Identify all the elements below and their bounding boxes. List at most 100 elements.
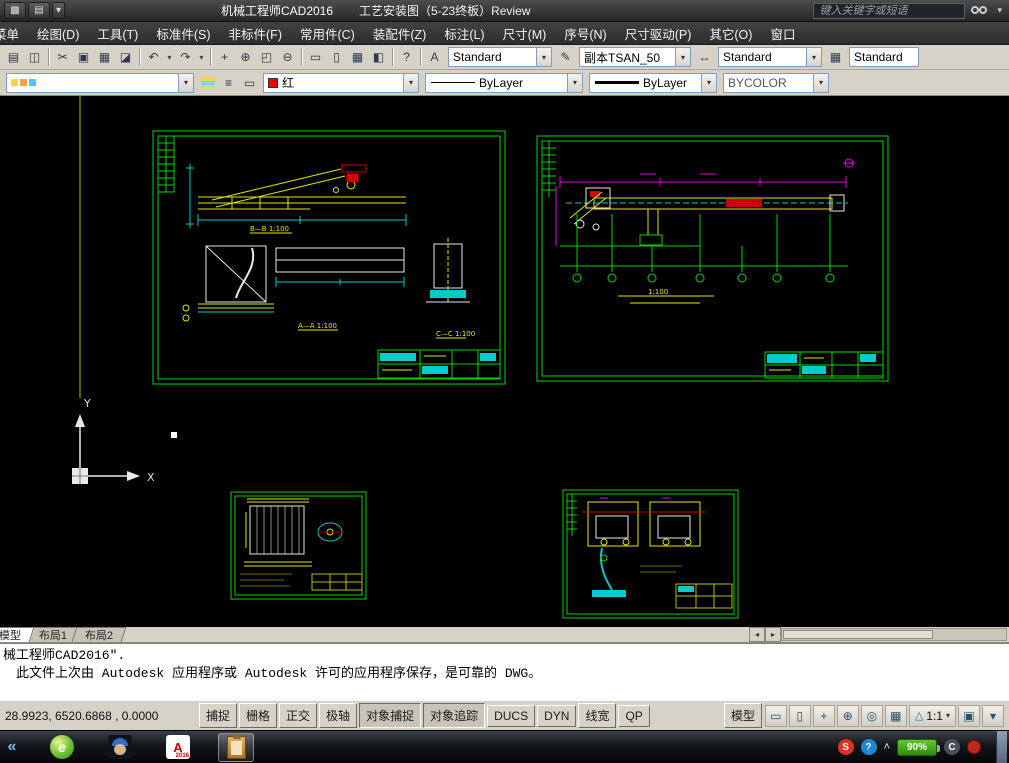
taskbar-item-start[interactable]: «: [2, 733, 22, 762]
layer-states-button[interactable]: ≡: [218, 72, 239, 93]
taskbar-item-engineer-app[interactable]: [102, 733, 138, 762]
combo-dropdown-icon[interactable]: ▾: [403, 73, 418, 92]
undo-button[interactable]: ↶: [143, 47, 164, 68]
tray-input-method-icon[interactable]: S: [837, 739, 854, 755]
zoom-previous-button[interactable]: ⊖: [277, 47, 298, 68]
scrollbar-thumb[interactable]: [783, 630, 933, 639]
tray-clock-icon[interactable]: C: [944, 739, 960, 755]
dim-style-button[interactable]: ↔: [694, 47, 715, 68]
menu-item-window[interactable]: 窗口: [761, 21, 804, 46]
toggle-osnap[interactable]: 对象捕捉: [359, 703, 422, 728]
layer-previous-button[interactable]: ▭: [239, 72, 260, 93]
menu-item-nonstandard-parts[interactable]: 非标件(F): [220, 21, 291, 46]
drawing-canvas[interactable]: Y X B—B 1:100 A—A 1:100 C—C 1:100 1:100: [0, 96, 1009, 627]
toggle-grid[interactable]: 栅格: [239, 703, 278, 728]
app-menu-icon[interactable]: ▩: [4, 2, 26, 19]
cut-button[interactable]: ✂: [52, 47, 73, 68]
properties-button[interactable]: ◧: [368, 47, 389, 68]
lineweight-combo[interactable]: ByLayer ▾: [589, 72, 717, 93]
menu-item-dim-drive[interactable]: 尺寸驱动(P): [616, 21, 701, 46]
tray-expand-icon[interactable]: ˄: [884, 741, 890, 753]
quick-view-drawings-icon[interactable]: ▯: [788, 704, 811, 727]
toggle-lineweight[interactable]: 线宽: [578, 703, 617, 728]
tab-layout2[interactable]: 布局2: [71, 627, 127, 642]
combo-dropdown-icon[interactable]: ▾: [178, 73, 193, 92]
status-menu-icon[interactable]: ▾: [982, 704, 1004, 727]
preview-button[interactable]: ◫: [24, 47, 45, 68]
taskbar-item-clipboard[interactable]: [218, 732, 254, 762]
toggle-otrack[interactable]: 对象追踪: [423, 703, 486, 728]
zoom-tool-icon[interactable]: ⊕: [836, 704, 859, 727]
zoom-window-button[interactable]: ◰: [256, 47, 277, 68]
edit-style-button[interactable]: ✎: [555, 47, 576, 68]
plotstyle-combo[interactable]: BYCOLOR ▾: [723, 72, 829, 93]
combo-dropdown-icon[interactable]: ▾: [806, 48, 821, 66]
help-button[interactable]: ?: [396, 47, 417, 68]
linetype-combo[interactable]: ByLayer ▾: [425, 72, 583, 93]
table-button[interactable]: ▦: [347, 47, 368, 68]
menu-item-caidan[interactable]: 菜单: [0, 21, 28, 46]
dim-style-combo[interactable]: Standard ▾: [718, 47, 822, 67]
toggle-quick-properties[interactable]: QP: [618, 704, 650, 727]
tab-model[interactable]: 模型: [0, 627, 35, 642]
redo-button[interactable]: ↷: [175, 47, 196, 68]
annotation-scale-dropdown-icon[interactable]: ▾: [946, 711, 950, 720]
help-search-input[interactable]: [813, 2, 966, 19]
sheet-set-button[interactable]: ▯: [326, 47, 347, 68]
steering-wheel-icon[interactable]: ◎: [860, 704, 883, 727]
battery-indicator[interactable]: 90%: [897, 738, 940, 756]
toggle-polar[interactable]: 极轴: [319, 703, 358, 728]
tray-alert-icon[interactable]: [967, 740, 981, 754]
menu-item-annotate[interactable]: 标注(L): [435, 21, 493, 46]
taskbar-item-browser[interactable]: e: [44, 733, 80, 762]
menu-item-common-parts[interactable]: 常用件(C): [291, 21, 364, 46]
pan-tool-icon[interactable]: +: [812, 704, 835, 727]
titlebar-dropdown-icon[interactable]: ▾: [994, 5, 1005, 16]
copy-button[interactable]: ▣: [73, 47, 94, 68]
color-combo[interactable]: 红 ▾: [263, 72, 419, 93]
tab-scroll-right-icon[interactable]: ▸: [765, 627, 781, 642]
command-line-area[interactable]: 械工程师CAD2016". 此文件上次由 Autodesk 应用程序或 Auto…: [0, 643, 1009, 700]
pan-button[interactable]: +: [214, 47, 235, 68]
show-desktop-button[interactable]: [996, 730, 1007, 763]
redo-dropdown-icon[interactable]: ▾: [196, 47, 207, 68]
match-properties-button[interactable]: ◪: [115, 47, 136, 68]
print-button[interactable]: ▤: [3, 47, 24, 68]
combo-dropdown-icon[interactable]: ▾: [701, 73, 716, 92]
quick-view-layouts-icon[interactable]: ▭: [764, 704, 787, 727]
undo-dropdown-icon[interactable]: ▾: [164, 47, 175, 68]
menu-item-standard-parts[interactable]: 标准件(S): [147, 21, 219, 46]
menu-item-draw[interactable]: 绘图(D): [28, 21, 88, 46]
layer-manager-button[interactable]: [197, 72, 218, 93]
annotation-scale-control[interactable]: △ 1:1 ▾: [908, 704, 956, 727]
toggle-dyn[interactable]: DYN: [537, 704, 577, 727]
horizontal-scrollbar[interactable]: [781, 628, 1007, 641]
menu-item-assembly[interactable]: 装配件(Z): [364, 21, 435, 46]
print-icon[interactable]: ▤: [28, 2, 50, 19]
paste-button[interactable]: ▦: [94, 47, 115, 68]
font-style-combo[interactable]: 副本TSAN_50 ▾: [579, 47, 691, 67]
model-space-button[interactable]: 模型: [723, 703, 762, 728]
combo-dropdown-icon[interactable]: ▾: [813, 73, 828, 92]
toggle-snap[interactable]: 捕捉: [199, 703, 238, 728]
zoom-realtime-button[interactable]: ⊕: [235, 47, 256, 68]
showmotion-icon[interactable]: ▦: [884, 704, 907, 727]
search-icon[interactable]: [970, 3, 989, 18]
menu-item-balloon[interactable]: 序号(N): [555, 21, 615, 46]
menu-item-tools[interactable]: 工具(T): [88, 21, 147, 46]
qat-dropdown-icon[interactable]: ▾: [52, 2, 65, 19]
text-style-button[interactable]: A: [424, 47, 445, 68]
coordinates-readout[interactable]: 28.9923, 6520.6868 , 0.0000: [2, 709, 198, 723]
combo-dropdown-icon[interactable]: ▾: [567, 73, 582, 92]
layer-combo[interactable]: ▾: [6, 72, 194, 93]
menu-item-other[interactable]: 其它(O): [700, 21, 761, 46]
toggle-ducs[interactable]: DUCS: [487, 704, 536, 727]
table-style-combo[interactable]: Standard: [849, 47, 919, 67]
toggle-ortho[interactable]: 正交: [279, 703, 318, 728]
text-style-combo[interactable]: Standard ▾: [448, 47, 552, 67]
sheet-button[interactable]: ▭: [305, 47, 326, 68]
tab-scroll-left-icon[interactable]: ◂: [749, 627, 765, 642]
combo-dropdown-icon[interactable]: ▾: [536, 48, 551, 66]
table-style-button[interactable]: ▦: [825, 47, 846, 68]
annotation-visibility-icon[interactable]: ▣: [958, 704, 980, 727]
